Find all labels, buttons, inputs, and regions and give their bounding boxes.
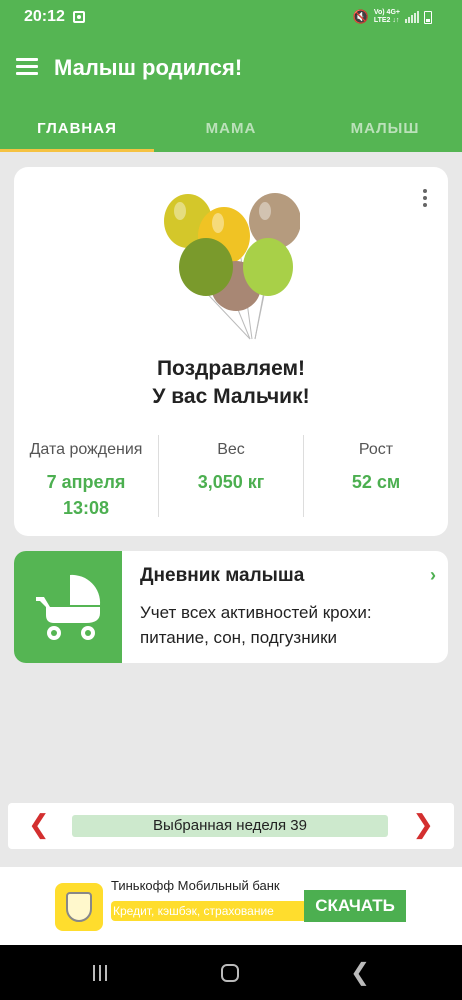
more-options-icon[interactable] <box>422 189 428 207</box>
stroller-icon-box <box>14 551 122 663</box>
status-icons: 🔇 Vo) 4G+ LTE2 ↓↑ <box>353 9 432 25</box>
ad-title: Тинькофф Мобильный банк <box>111 878 280 893</box>
app-bar: Малыш родился! <box>0 34 462 104</box>
tab-mom[interactable]: МАМА <box>154 104 308 152</box>
tab-bar: ГЛАВНАЯ МАМА МАЛЫШ <box>0 104 462 152</box>
recent-apps-button[interactable] <box>70 945 130 1000</box>
congrats-text: Поздравляем! У вас Мальчик! <box>152 357 310 408</box>
tab-baby[interactable]: МАЛЫШ <box>308 104 462 152</box>
battery-icon <box>424 10 432 24</box>
stat-weight: Вес 3,050 кг <box>159 435 304 517</box>
signal-icon <box>405 11 419 23</box>
balloons-image <box>164 193 300 340</box>
selected-week-label: Выбранная неделя 39 <box>72 815 388 837</box>
birth-card: Поздравляем! У вас Мальчик! Дата рождени… <box>14 167 448 536</box>
week-selector: ❮ Выбранная неделя 39 ❯ <box>8 803 454 849</box>
app-title: Малыш родился! <box>54 55 243 80</box>
stat-birth-date: Дата рождения 7 апреля 13:08 <box>14 435 159 518</box>
baby-diary-card[interactable]: Дневник малыша Учет всех активностей кро… <box>14 551 448 663</box>
diary-title: Дневник малыша <box>140 565 305 586</box>
ad-banner[interactable]: Тинькофф Мобильный банк Кредит, кэшбэк, … <box>0 867 462 945</box>
chevron-right-icon: › <box>430 565 436 585</box>
status-time: 20:12 <box>24 8 65 25</box>
bank-logo <box>55 883 103 931</box>
system-nav-bar: ❮ <box>0 945 462 1000</box>
stat-height: Рост 52 см <box>351 441 401 492</box>
diary-subtitle: Учет всех активностей крохи: питание, со… <box>140 603 372 647</box>
network-indicator: Vo) 4G+ LTE2 ↓↑ <box>373 9 400 24</box>
back-button[interactable]: ❮ <box>330 945 390 1000</box>
previous-week-button[interactable]: ❮ <box>28 809 50 840</box>
ad-subtitle: Кредит, кэшбэк, страхование <box>111 901 307 921</box>
home-button[interactable] <box>200 945 260 1000</box>
download-button[interactable]: СКАЧАТЬ <box>304 890 406 922</box>
next-week-button[interactable]: ❯ <box>412 809 434 840</box>
mute-icon: 🔇 <box>352 9 369 24</box>
status-bar: 20:12 🔇 Vo) 4G+ LTE2 ↓↑ <box>0 0 462 34</box>
stroller-icon <box>36 574 101 640</box>
tab-main[interactable]: ГЛАВНАЯ <box>0 104 154 152</box>
birth-stats: Дата рождения 7 апреля 13:08 Вес 3,050 к… <box>14 435 448 518</box>
menu-icon[interactable] <box>16 58 38 76</box>
notification-icon <box>73 11 85 23</box>
